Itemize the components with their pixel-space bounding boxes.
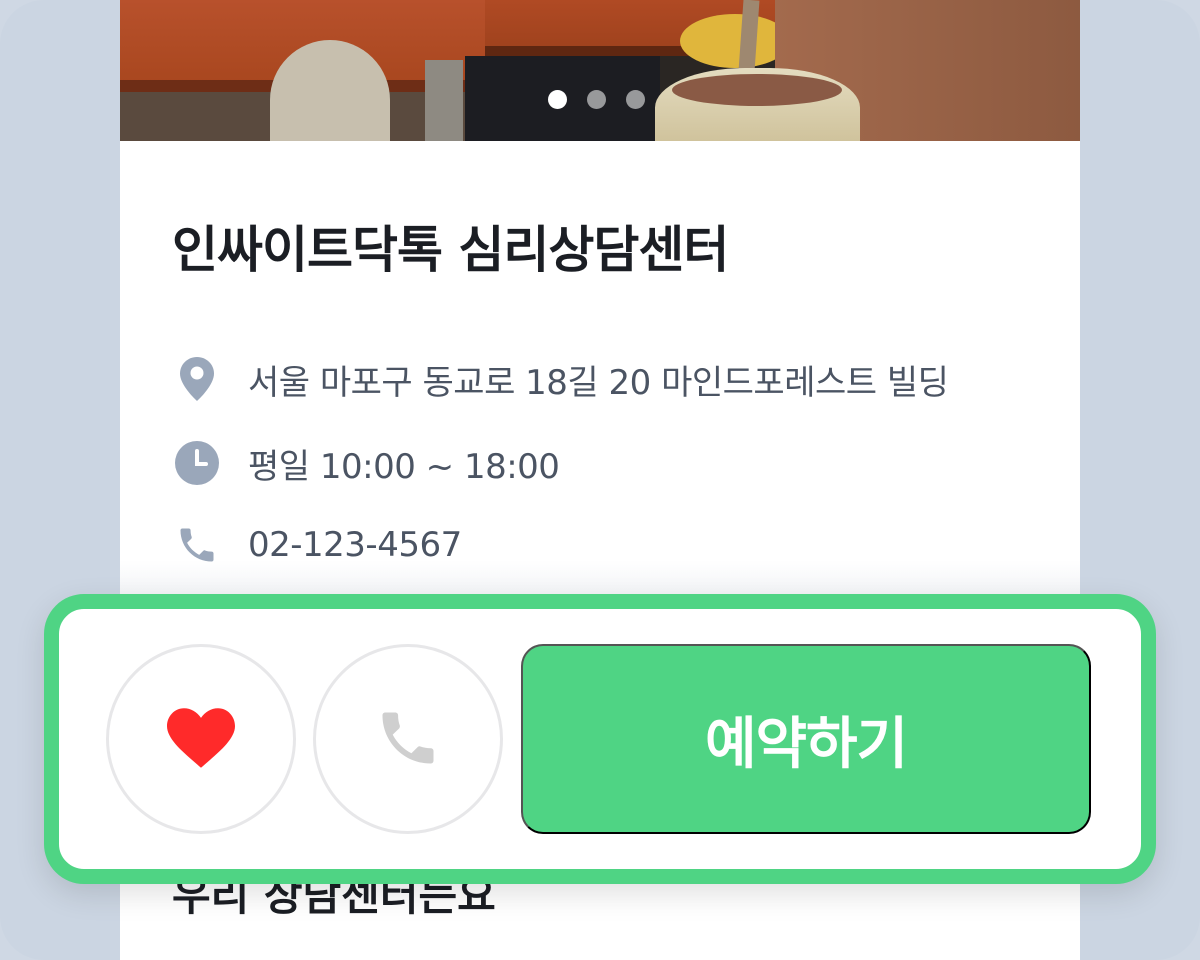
center-name: 인싸이트닥톡 심리상담센터	[172, 221, 729, 279]
bottom-action-bar: 예약하기	[44, 594, 1156, 884]
center-photo-carousel[interactable]	[120, 0, 1080, 141]
reserve-button[interactable]: 예약하기	[521, 644, 1091, 834]
screen-frame: 인싸이트닥톡 심리상담센터 서울 마포구 동교로 18길 20 마인드포레스트 …	[0, 0, 1200, 960]
clock-icon	[172, 438, 222, 488]
carousel-pagination[interactable]	[548, 90, 645, 109]
location-pin-icon	[172, 354, 222, 404]
call-button[interactable]	[313, 644, 503, 834]
carousel-dot-2[interactable]	[587, 90, 606, 109]
carousel-dot-1[interactable]	[548, 90, 567, 109]
hours-row: 평일 10:00 ~ 18:00	[172, 438, 560, 488]
address-row: 서울 마포구 동교로 18길 20 마인드포레스트 빌딩	[172, 354, 949, 404]
address-text: 서울 마포구 동교로 18길 20 마인드포레스트 빌딩	[248, 362, 949, 403]
phone-icon	[374, 704, 442, 775]
like-button[interactable]	[106, 644, 296, 834]
phone-text[interactable]: 02-123-4567	[248, 525, 462, 565]
heart-icon	[167, 707, 235, 771]
hours-text: 평일 10:00 ~ 18:00	[248, 446, 560, 487]
carousel-dot-3[interactable]	[626, 90, 645, 109]
